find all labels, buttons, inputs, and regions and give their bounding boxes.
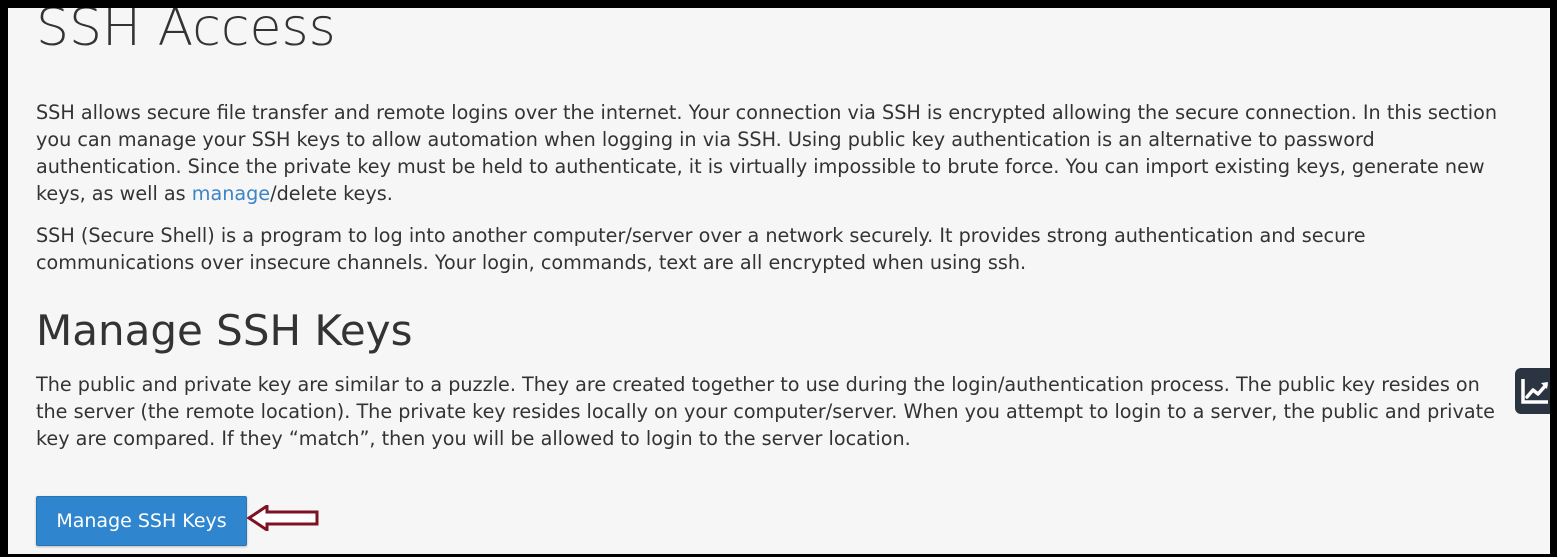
manage-keys-description: The public and private key are similar t… (36, 373, 1495, 450)
trend-chart-icon (1521, 379, 1548, 404)
intro-paragraph-2: SSH (Secure Shell) is a program to log i… (36, 224, 1366, 274)
page-title: SSH Access (36, 8, 336, 58)
intro-text-after-link: /delete keys. (270, 182, 393, 205)
page-frame: SSH Access SSH allows secure file transf… (8, 8, 1550, 554)
manage-ssh-keys-button[interactable]: Manage SSH Keys (36, 496, 247, 546)
intro-paragraph-1: SSH allows secure file transfer and remo… (36, 99, 1516, 207)
left-arrow-icon (247, 505, 319, 531)
stats-side-widget[interactable] (1515, 368, 1550, 414)
manage-keys-heading: Manage SSH Keys (36, 306, 413, 355)
manage-link[interactable]: manage (192, 182, 270, 205)
